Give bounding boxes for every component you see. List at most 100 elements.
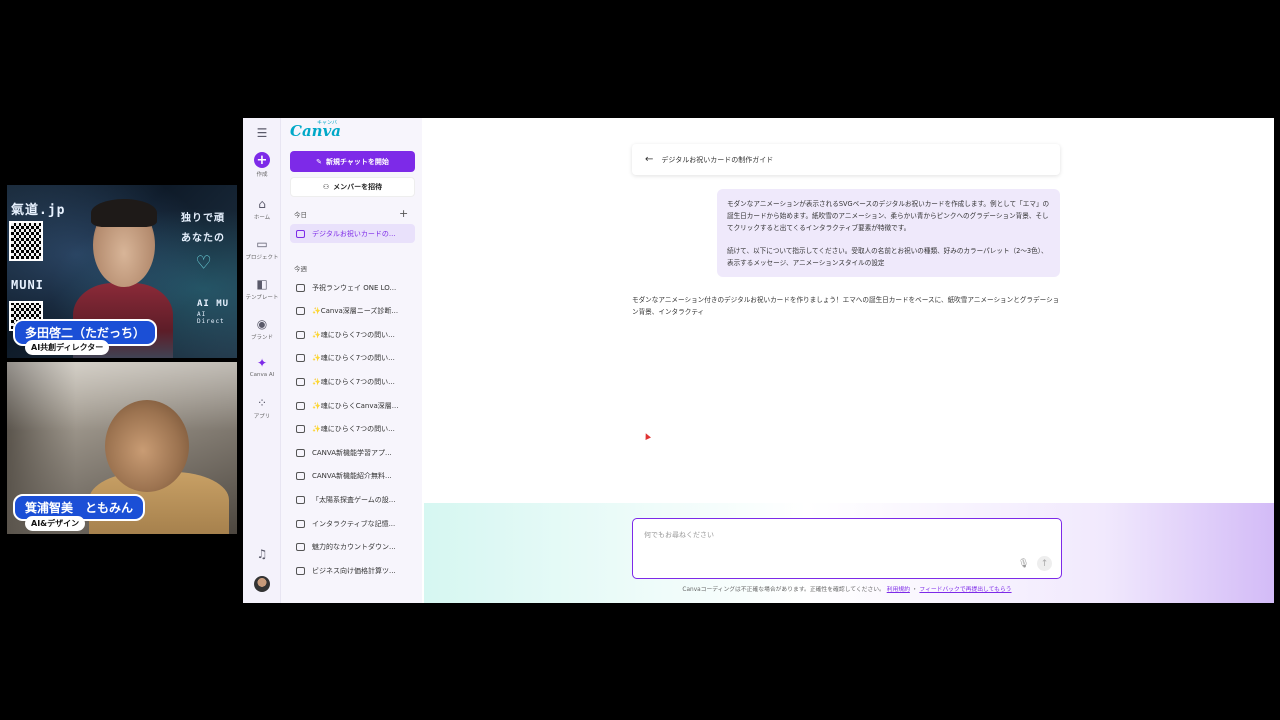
presenter-role-label: AI共創ディレクター <box>25 340 110 355</box>
rail-item-brand[interactable]: ◉ ブランド <box>243 317 281 341</box>
chat-bubble-icon <box>296 543 305 552</box>
rail-item-templates[interactable]: ◧ テンプレート <box>243 277 281 301</box>
message-input[interactable] <box>644 531 1004 539</box>
chat-bubble-icon <box>296 472 305 481</box>
invite-members-button[interactable]: ⚇ メンバーを招待 <box>290 177 415 197</box>
add-user-icon: ⚇ <box>322 183 330 191</box>
watermark-text: あなたの <box>181 233 225 244</box>
chat-history-label: 予祝ランウェイ ONE LO... <box>312 283 397 292</box>
chat-history-item[interactable]: 魅力的なカウントダウン... <box>290 538 415 557</box>
section-label-this-week: 今週 <box>294 265 307 273</box>
user-message-bubble: モダンなアニメーションが表示されるSVGベースのデジタルお祝いカードを作成します… <box>717 189 1060 277</box>
add-chat-button[interactable]: + <box>399 207 408 220</box>
watermark-text: AI MU <box>197 299 230 309</box>
chat-history-item[interactable]: ✨魂にひらくCanva深層... <box>290 396 415 415</box>
chat-bubble-icon <box>296 448 305 457</box>
chat-history-label: 魅力的なカウントダウン... <box>312 543 396 552</box>
terms-link[interactable]: 利用規約 <box>887 587 910 593</box>
webcam-tile-presenter-1: 氣道.jp MUNI 独りで頑 あなたの ♡ AI MU AI Direct 多… <box>7 185 237 358</box>
notifications-button[interactable]: ♫ <box>243 547 281 561</box>
send-button[interactable]: ↑ <box>1037 556 1052 571</box>
chat-bubble-icon <box>296 495 305 504</box>
watermark-text: 独りで頑 <box>181 213 225 224</box>
chat-history-item[interactable]: CANVA新機能紹介無料... <box>290 467 415 486</box>
chat-bubble-icon <box>296 519 305 528</box>
rail-item-apps[interactable]: ⁘ アプリ <box>243 396 281 420</box>
home-icon: ⌂ <box>258 197 266 211</box>
chat-bubble-icon <box>296 425 305 434</box>
folder-icon: ▭ <box>256 237 268 251</box>
brand-icon: ◉ <box>256 317 268 331</box>
chat-history-item[interactable]: ✨魂にひらく7つの問い... <box>290 349 415 368</box>
avatar-icon <box>254 576 270 592</box>
chat-bubble-icon <box>296 307 305 316</box>
ai-response-text: モダンなアニメーション付きのデジタルお祝いカードを作りましょう！エマへの誕生日カ… <box>632 296 1060 316</box>
chat-history-label: ✨魂にひらく7つの問い... <box>312 354 395 363</box>
chat-main-area: ← デジタルお祝いカードの制作ガイド モダンなアニメーションが表示されるSVGベ… <box>424 118 1274 603</box>
rail-item-create[interactable]: + 作成 <box>243 152 281 178</box>
chat-bubble-icon <box>296 354 305 363</box>
chat-history-label: CANVA新機能学習アプ... <box>312 448 392 457</box>
rail-item-label: Canva AI <box>249 372 275 378</box>
rail-item-label: プロジェクト <box>245 255 279 261</box>
bell-icon: ♫ <box>256 547 268 561</box>
presenter-hair <box>91 199 157 227</box>
screen: 氣道.jp MUNI 独りで頑 あなたの ♡ AI MU AI Direct 多… <box>0 0 1280 720</box>
chat-history-item[interactable]: ✨魂にひらく7つの問い... <box>290 372 415 391</box>
rail-item-label: 作成 <box>256 172 268 178</box>
chat-history-item[interactable]: 予祝ランウェイ ONE LO... <box>290 278 415 297</box>
account-avatar[interactable] <box>243 576 281 592</box>
chat-history-sidebar: Canva キャンバ ✎ 新規チャットを開始 ⚇ メンバーを招待 今日 + デジ… <box>281 118 422 603</box>
chat-bubble-icon <box>296 377 305 386</box>
rail-item-projects[interactable]: ▭ プロジェクト <box>243 237 281 261</box>
section-label-today: 今日 <box>294 211 307 219</box>
chat-history-item[interactable]: ✨Canva深層ニーズ診断... <box>290 302 415 321</box>
user-message-paragraph: 続けて、以下について指示してください。受取人の名前とお祝いの種類、好みのカラーパ… <box>727 247 1048 267</box>
rail-item-label: テンプレート <box>245 295 279 301</box>
disclaimer-text: Canvaコーディングは不正確な場合があります。正確性を確認してください。 利用… <box>632 584 1062 593</box>
apps-icon: ⁘ <box>256 396 268 410</box>
disclaimer-body: Canvaコーディングは不正確な場合があります。正確性を確認してください。 <box>682 587 885 593</box>
microphone-icon[interactable]: 🎙︎ <box>1018 559 1029 569</box>
chat-history-item[interactable]: ✨魂にひらく7つの問い... <box>290 325 415 344</box>
rail-item-home[interactable]: ⌂ ホーム <box>243 197 281 221</box>
chat-bubble-icon <box>296 283 305 292</box>
chat-history-label: ✨Canva深層ニーズ診断... <box>312 307 399 316</box>
collapse-menu-icon: ☰ <box>256 126 268 140</box>
plus-icon: + <box>254 152 270 168</box>
new-chat-label: 新規チャットを開始 <box>325 157 389 166</box>
chat-bubble-icon <box>296 401 305 410</box>
heart-logo-icon: ♡ <box>197 251 212 276</box>
template-icon: ◧ <box>256 277 268 291</box>
new-chat-button[interactable]: ✎ 新規チャットを開始 <box>290 151 415 172</box>
rail-item-label: アプリ <box>253 414 271 420</box>
rail-item-label: ブランド <box>250 335 273 341</box>
chat-title: デジタルお祝いカードの制作ガイド <box>661 155 774 164</box>
chat-history-label: 「太陽系探査ゲームの設... <box>312 495 396 504</box>
chat-history-label: デジタルお祝いカードの... <box>312 229 396 238</box>
chat-history-label: インタラクティブな記憶... <box>312 519 396 528</box>
presenter-head <box>105 400 189 492</box>
chat-history-label: CANVA新機能紹介無料... <box>312 472 392 481</box>
feedback-link[interactable]: フィードバックで再提出してもらう <box>919 587 1011 593</box>
chat-history-item[interactable]: ビジネス向け価格計算ツ... <box>290 561 415 580</box>
mouse-cursor-icon <box>643 432 651 440</box>
user-message-paragraph: モダンなアニメーションが表示されるSVGベースのデジタルお祝いカードを作成します… <box>727 200 1050 232</box>
chat-bubble-icon <box>296 229 305 238</box>
collapse-menu-button[interactable]: ☰ <box>243 126 281 140</box>
canva-logo-kana: キャンバ <box>317 120 338 126</box>
chat-history-label: ビジネス向け価格計算ツ... <box>312 566 396 575</box>
chat-history-item[interactable]: インタラクティブな記憶... <box>290 514 415 533</box>
chat-history-label: ✨魂にひらくCanva深層... <box>312 401 399 410</box>
chat-history-item[interactable]: デジタルお祝いカードの... <box>290 224 415 243</box>
chat-history-item[interactable]: ✨魂にひらく7つの問い... <box>290 420 415 439</box>
presenter-role-label: AI&デザイン <box>25 516 86 531</box>
back-arrow-icon[interactable]: ← <box>645 154 653 165</box>
rail-item-canva-ai[interactable]: ✦ Canva AI <box>243 356 281 378</box>
chat-history-label: ✨魂にひらく7つの問い... <box>312 425 395 434</box>
chat-history-item[interactable]: 「太陽系探査ゲームの設... <box>290 490 415 509</box>
chat-history-item[interactable]: CANVA新機能学習アプ... <box>290 443 415 462</box>
chat-title-bar: ← デジタルお祝いカードの制作ガイド <box>632 144 1060 175</box>
canva-ai-window: ☰ + 作成 ⌂ ホーム ▭ プロジェクト ◧ テンプレート ◉ ブランド ✦ … <box>243 118 1274 603</box>
message-composer: 🎙︎ ↑ <box>632 518 1062 579</box>
